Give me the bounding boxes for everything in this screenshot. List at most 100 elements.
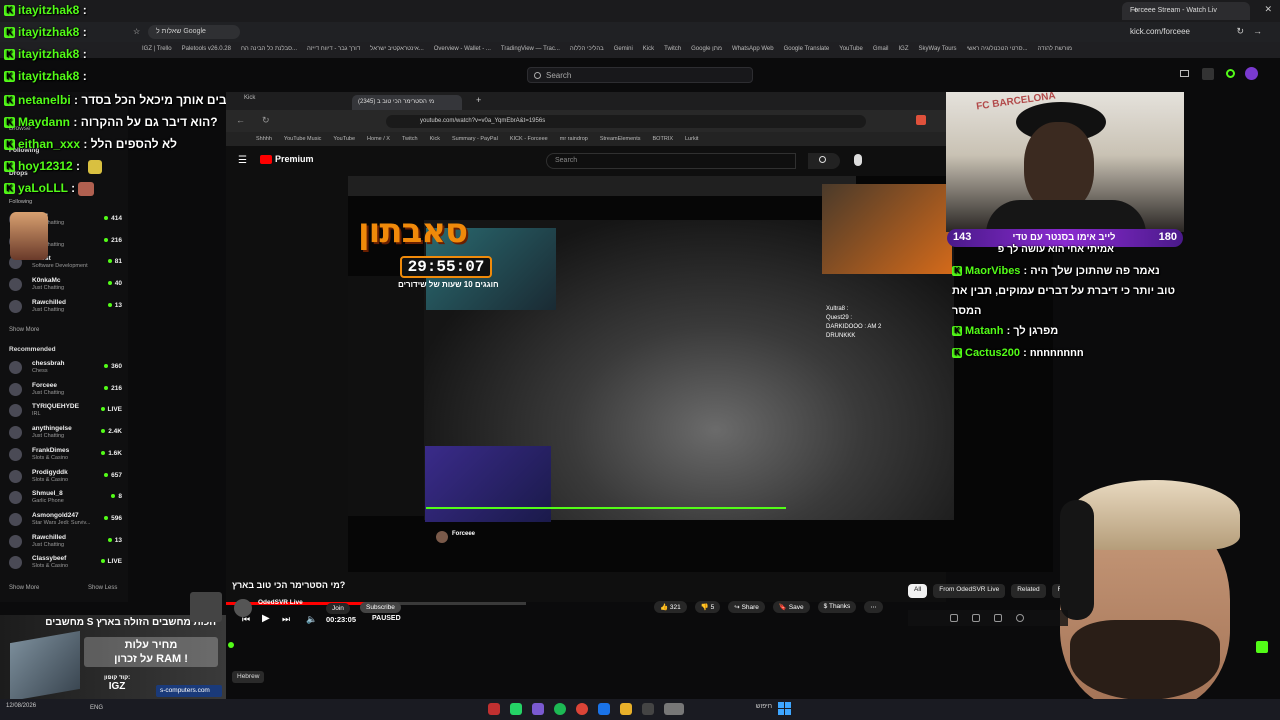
star-icon[interactable]: ☆ (133, 27, 140, 36)
miniplayer-icon[interactable] (950, 614, 958, 622)
show-more-following[interactable]: Show More (9, 327, 39, 333)
bookmark-item[interactable]: IGZ | Trello (142, 46, 172, 58)
bookmark-item[interactable]: TradingView — Trac... (501, 46, 560, 58)
inner-bookmark-item[interactable]: Twitch (402, 136, 418, 146)
chat-username[interactable]: Matanh (965, 325, 1004, 337)
sidebar-channel[interactable]: Rawchilled Just Chatting 13 (6, 532, 124, 552)
bookmark-item[interactable]: דורך גבר - דיווח דייזה (307, 46, 360, 58)
inner-prev-tab[interactable]: Kick (244, 95, 255, 101)
chat-username[interactable]: Cactus200 (965, 347, 1020, 359)
forward-icon[interactable]: → (1253, 26, 1262, 36)
bookmark-item[interactable]: Gmail (873, 46, 889, 58)
new-tab-icon[interactable]: + (1133, 5, 1138, 15)
outer-url-text[interactable]: kick.com/forceee (1130, 27, 1190, 36)
reload-icon[interactable]: ↻ (1236, 26, 1244, 37)
inner-bookmark-item[interactable]: YouTube (333, 136, 355, 146)
fullscreen-icon[interactable] (994, 614, 1002, 622)
taskbar-app-icon[interactable] (488, 703, 500, 715)
sidebar-channel[interactable]: Prodigyddk Slots & Casino 657 (6, 467, 124, 487)
chat-username[interactable]: Maydann (18, 115, 70, 129)
inner-bookmark-item[interactable]: YouTube Music (284, 136, 322, 146)
outer-active-tab[interactable]: Forceee Stream - Watch Liv (1122, 2, 1250, 20)
inner-active-tab[interactable]: מי הסטרימר הכי טוב ב (2345) (352, 95, 462, 110)
youtube-logo[interactable]: Premium (260, 154, 320, 168)
sidebar-channel[interactable]: chessbrah Chess 360 (6, 358, 124, 378)
join-button[interactable]: Join (326, 603, 350, 614)
taskbar-search[interactable]: חיפוש (722, 703, 772, 716)
bookmark-item[interactable]: IGZ (899, 46, 909, 58)
inner-bookmark-item[interactable]: BOTRIX (653, 136, 673, 146)
ad-site[interactable]: s-computers.com (156, 685, 222, 697)
bookmark-item[interactable]: בהליכי הללוה (570, 46, 604, 58)
spotify-icon[interactable] (554, 703, 566, 715)
inner-bookmark-item[interactable]: Kick (430, 136, 440, 146)
kick-search-input[interactable]: Search (527, 67, 753, 83)
like-button[interactable]: 👍 321 (654, 601, 687, 613)
play-icon[interactable]: ▶ (262, 613, 270, 624)
bookmark-item[interactable]: Google מתן (691, 46, 722, 58)
sidebar-channel[interactable]: Forceee Just Chatting 216 (6, 380, 124, 400)
chat-toggle-icon[interactable] (1202, 68, 1214, 80)
more-actions-icon[interactable]: ⋯ (864, 601, 883, 613)
brave-shield-icon[interactable] (916, 115, 926, 125)
bookmark-item[interactable]: Kick (643, 46, 654, 58)
thanks-button[interactable]: $ Thanks (817, 601, 857, 613)
chat-username[interactable]: itayitzhak8 (18, 69, 79, 83)
chat-username[interactable]: hoy12312 (18, 159, 73, 173)
share-button[interactable]: ↪ Share (728, 601, 765, 613)
chat-username[interactable]: itayitzhak8 (18, 47, 79, 61)
bookmark-item[interactable]: Google Translate (784, 46, 830, 58)
sponsor-ad[interactable]: הכות מחשבים הזולה בארץ S מחשבים מחיר עלו… (0, 615, 226, 702)
language-badge[interactable]: Hebrew (232, 671, 265, 683)
filter-chip[interactable]: All (908, 584, 928, 598)
gear-icon[interactable] (1016, 614, 1024, 622)
google-ask-pill[interactable]: שאלות ל Google (148, 25, 240, 39)
discord-icon[interactable] (532, 703, 544, 715)
taskbar-clock[interactable]: 12/08/2026 (6, 703, 36, 710)
hamburger-menu-icon[interactable]: ☰ (238, 155, 247, 166)
youtube-search-input[interactable]: Search (546, 153, 796, 169)
chat-username[interactable]: netanelbi (18, 93, 71, 107)
skip-forward-icon[interactable]: ⏭ (282, 614, 290, 625)
inner-bookmark-item[interactable]: Shhhh (256, 136, 272, 146)
bookmark-item[interactable]: מורשת להודה (1038, 46, 1072, 58)
bookmark-item[interactable]: סבלנת כל הבינה הח... (241, 46, 297, 58)
kick-logo-icon[interactable] (1226, 69, 1235, 78)
file-explorer-icon[interactable] (620, 703, 632, 715)
sidebar-channel[interactable]: K0nkaMc Just Chatting 40 (6, 275, 124, 295)
taskbar-language[interactable]: ENG (90, 705, 103, 711)
bookmark-item[interactable]: YouTube (839, 46, 863, 58)
microphone-icon[interactable] (854, 154, 862, 166)
chrome-icon[interactable] (576, 703, 588, 715)
user-avatar[interactable] (1245, 67, 1258, 80)
bookmark-item[interactable]: אינטראקטיב ישראל... (370, 46, 424, 58)
channel-name[interactable]: OdedSVR Live (258, 599, 303, 606)
youtube-search-button[interactable] (808, 153, 840, 169)
taskbar-app-icon[interactable] (664, 703, 684, 715)
bookmark-item[interactable]: Paletools v26.0.28 (182, 46, 231, 58)
chat-username[interactable]: itayitzhak8 (18, 3, 79, 17)
inner-bookmark-item[interactable]: KICK - Forceee (510, 136, 548, 146)
taskbar-app-icon[interactable] (598, 703, 610, 715)
inner-bookmark-item[interactable]: StreamElements (600, 136, 641, 146)
sidebar-channel[interactable]: Classybeef Slots & Casino LIVE (6, 553, 124, 573)
theater-mode-icon[interactable] (1180, 70, 1189, 77)
chat-username[interactable]: yaLoLLL (18, 181, 68, 195)
sidebar-channel[interactable]: Shmuel_8 Garlic Phone 8 (6, 488, 124, 508)
sidebar-channel[interactable]: TYRIQUEHYDE IRL LIVE (6, 401, 124, 421)
sidebar-channel[interactable]: Rawchilled Just Chatting 13 (6, 297, 124, 317)
taskbar-app-icon[interactable] (642, 703, 654, 715)
window-close-icon[interactable]: ✕ (1264, 4, 1272, 15)
inner-bookmark-item[interactable]: mr raindrop (560, 136, 588, 146)
dislike-button[interactable]: 👎 5 (694, 601, 721, 613)
volume-icon[interactable]: 🔈 (306, 614, 317, 625)
skip-back-icon[interactable]: ⏮ (242, 614, 250, 625)
bookmark-item[interactable]: סרטי הטכנולוגיה ראשי... (967, 46, 1028, 58)
sidebar-channel[interactable]: Asmongold247 Star Wars Jedi: Surviv... 596 (6, 510, 124, 530)
show-more-recommended[interactable]: Show More (9, 585, 39, 591)
chat-username[interactable]: MaorVibes (965, 265, 1020, 277)
inner-back-icon[interactable]: ← (236, 115, 245, 125)
inner-url-field[interactable]: youtube.com/watch?v=v0a_YqmEbrA&t=1956s (386, 115, 866, 128)
whatsapp-icon[interactable] (510, 703, 522, 715)
show-less-recommended[interactable]: Show Less (88, 585, 117, 591)
